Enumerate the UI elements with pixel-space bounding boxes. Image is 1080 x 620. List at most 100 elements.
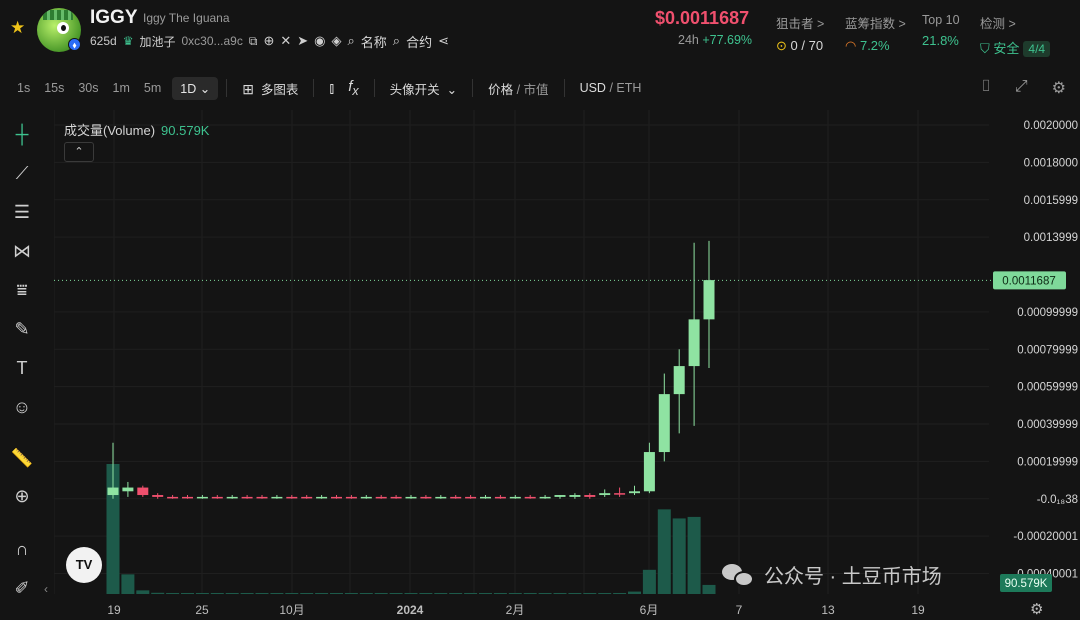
pattern-icon[interactable]: ⋈ [10,239,34,263]
y-tick-label: 0.00079999 [1017,344,1078,356]
candle-body [226,496,238,499]
stat-check[interactable]: 检测 > ⛉ 安全 4/4 [980,13,1051,57]
candle-body [122,487,134,492]
stat-top10[interactable]: Top 10 21.8% [922,13,960,48]
volume-legend: 成交量(Volume) 90.579K [64,123,210,138]
collapse-legend-button[interactable]: ⌃ [64,142,94,162]
chevron-down-icon: ⌄ [446,82,458,97]
search-contract-icon[interactable]: ⌕ [393,33,400,49]
indicators-icon[interactable]: fx [341,78,365,98]
horizontal-lines-icon[interactable]: ☰ [10,200,34,224]
search-contract-label[interactable]: 合约 [406,32,432,51]
volume-bar [330,593,343,594]
volume-bar [657,509,671,594]
pool-icon: ♛ [122,34,134,48]
pool-label[interactable]: 加池子 [139,33,175,50]
watermark: 公众号 · 土豆币市场 [722,560,942,589]
x-tick-label: 13 [821,603,835,617]
camera-icon[interactable]: ⌷ [981,78,991,98]
tradingview-logo[interactable]: TV [66,547,102,583]
x-twitter-icon[interactable]: ✕ [280,33,291,49]
y-tick-label: 0.00099999 [1017,307,1078,319]
x-tick-label: 10月 [279,603,304,617]
interval-1m[interactable]: 1m [106,81,137,95]
interval-1d-dropdown[interactable]: 1D ⌄ [172,76,219,100]
ruler-icon[interactable]: 📏 [10,446,34,470]
search-name-icon[interactable]: ⌕ [348,33,355,49]
price-mcap-toggle[interactable]: 价格 / 市值 [481,79,555,98]
token-symbol: IGGY [90,7,138,28]
volume-bar [628,591,641,594]
chain-badge-icon: ⬧ [68,38,81,51]
multi-chart-button[interactable]: ⊞ 多图表 [235,79,305,98]
volume-bar [151,592,165,594]
candle-body [539,496,551,499]
settings-icon[interactable]: ⚙ [1052,78,1066,98]
axis-settings-icon[interactable]: ⚙ [1030,600,1043,618]
contract-address[interactable]: 0xc30...a9c [181,34,242,48]
candle-type-icon[interactable]: ⫾ [322,80,341,97]
volume-bar [181,593,194,594]
stat-bluechip[interactable]: 蓝筹指数 > ◠ 7.2% [845,13,906,54]
volume-bar [479,593,492,594]
interval-1s[interactable]: 1s [10,81,37,95]
currency-toggle[interactable]: USD / ETH [573,81,649,95]
emoji-icon[interactable]: ☺ [10,395,34,419]
diamond-icon[interactable]: ◈ [332,33,342,49]
fullscreen-icon[interactable]: ⤢ [1015,78,1028,98]
price-chart[interactable]: 0.0020000 0.0018000 0.0015999 0.0013999 0.00… [54,110,1080,620]
x-tick-label: 7 [736,603,743,617]
interval-30s[interactable]: 30s [71,81,105,95]
volume-bar [255,593,269,594]
avatar-toggle[interactable]: 头像开关 ⌄ [383,79,464,98]
zoom-icon[interactable]: ⊕ [10,484,34,508]
volume-bar [359,593,373,594]
share-icon[interactable]: ⋖ [438,33,449,49]
y-tick-label: 0.00039999 [1017,419,1078,431]
explorer-icon[interactable]: ◉ [314,33,325,49]
volume-bar [464,593,478,594]
magnet-icon[interactable]: ∩ [10,537,34,561]
stat-snipers[interactable]: 狙击者 > ⊙ 0 / 70 [776,13,824,54]
candle-body [435,496,447,499]
y-tick-label: 0.0013999 [1024,232,1078,244]
crosshair-icon[interactable]: ┼ [10,122,34,146]
price-tag-label: 0.0011687 [1002,275,1056,287]
x-tick-label: 6月 [640,603,659,617]
wechat-icon [722,562,756,588]
candle-body [256,496,268,499]
text-icon[interactable]: T [10,356,34,380]
interval-5m[interactable]: 5m [137,81,168,95]
x-tick-label: 2月 [506,603,525,617]
globe-icon[interactable]: ⊕ [263,33,274,49]
fib-icon[interactable]: ⩸ [10,278,34,302]
chart-app: ★ ⬧ IGGY Iggy The Iguana 625d ♛ 加池子 0xc3… [0,0,1080,620]
search-name-label[interactable]: 名称 [361,32,387,51]
volume-bar [613,593,627,594]
brush-icon[interactable]: ✎ [10,317,34,341]
scroll-left-icon[interactable]: ‹ [44,582,48,596]
candle-body [301,496,313,499]
candle-body [629,491,640,494]
lock-draw-icon[interactable]: ✐ [10,576,34,600]
interval-15s[interactable]: 15s [37,81,71,95]
drawing-tools: ┼ ⟋ ☰ ⋈ ⩸ ✎ T ☺ 📏 ⊕ ∩ ✐ [0,116,44,620]
volume-bar [300,593,314,594]
chart-toolbar: 1s 15s 30s 1m 5m 1D ⌄ ⊞ 多图表 ⫾ fx 头像开关 ⌄ … [0,72,1080,104]
candle-body [316,496,328,499]
favorite-star-icon[interactable]: ★ [10,18,25,38]
volume-bar [583,593,597,594]
shield-icon: ⛉ [980,41,990,56]
candle-body [494,496,506,499]
telegram-icon[interactable]: ➤ [297,33,308,49]
candle-body [673,366,685,395]
plus-box-icon: ⊞ [242,80,254,97]
y-tick-label: -0.00020001 [1013,531,1078,543]
x-tick-label: 19 [107,603,121,617]
copy-icon[interactable]: ⧉ [249,34,258,49]
token-name: Iggy The Iguana [143,11,230,25]
volume-bar [404,593,418,594]
trendline-icon[interactable]: ⟋ [10,161,34,185]
candle-body [703,280,715,320]
candle-body [196,496,208,499]
